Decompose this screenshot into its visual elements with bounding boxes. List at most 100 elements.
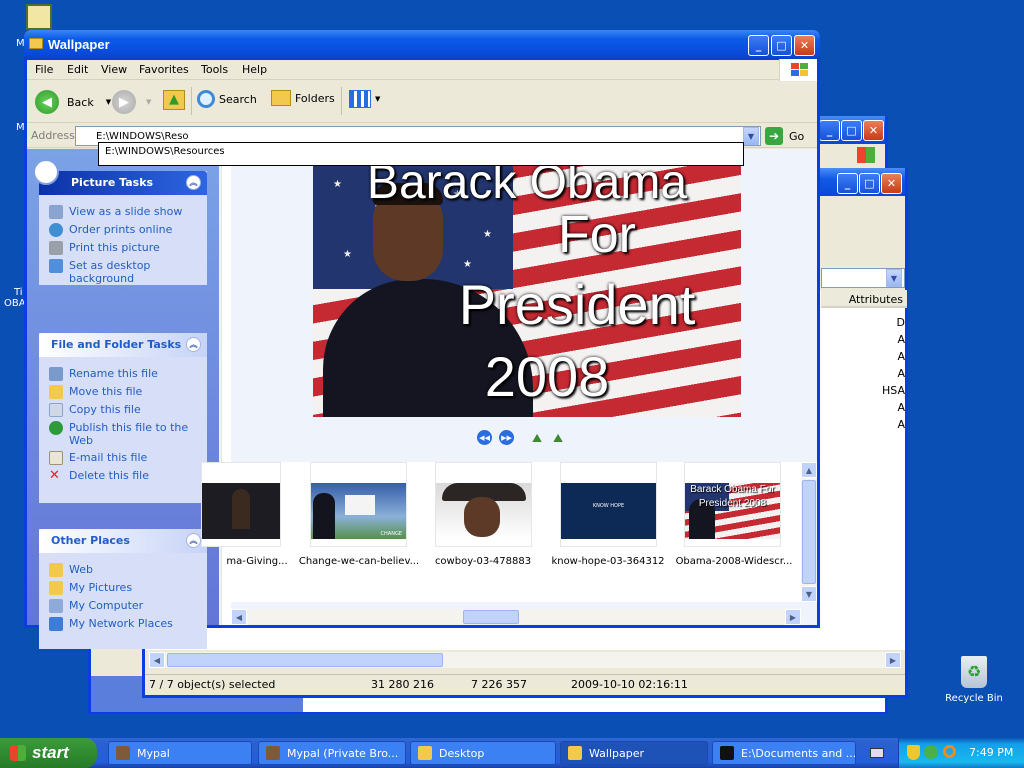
preview-scroll-edge[interactable]: [221, 149, 231, 625]
thumbnail[interactable]: CHANGE: [310, 462, 407, 547]
menu-favorites[interactable]: Favorites: [139, 63, 189, 76]
task-delete[interactable]: ✕ Delete this file: [39, 467, 207, 485]
recycle-bin[interactable]: ♻ Recycle Bin: [942, 656, 1006, 704]
scroll-left-button[interactable]: ◀: [231, 609, 247, 625]
task-rename[interactable]: Rename this file: [39, 365, 207, 383]
folders-button[interactable]: Folders: [271, 90, 335, 106]
scroll-left-button[interactable]: ◀: [149, 652, 165, 668]
task-print[interactable]: Print this picture: [39, 239, 207, 257]
up-folder-button[interactable]: ▲: [163, 90, 185, 110]
preview-image[interactable]: ★★ ★★ ★★ Barack Obama For President 2008: [313, 159, 741, 417]
task-label: Order prints online: [69, 223, 173, 236]
task-order-prints[interactable]: Order prints online: [39, 221, 207, 239]
close-button[interactable]: ✕: [881, 173, 902, 194]
views-button[interactable]: ▼: [349, 90, 380, 108]
chevron-down-icon[interactable]: ▼: [146, 98, 151, 106]
attribute-cell: A: [897, 418, 905, 431]
collapse-icon[interactable]: ︽: [186, 175, 201, 190]
menu-edit[interactable]: Edit: [67, 63, 88, 76]
menu-help[interactable]: Help: [242, 63, 267, 76]
scroll-right-button[interactable]: ▶: [885, 652, 901, 668]
keyboard-icon[interactable]: [870, 748, 884, 758]
menu-bar: File Edit View Favorites Tools Help: [27, 59, 817, 81]
thumbnail-selected[interactable]: Barack Obama For President 2008: [684, 462, 781, 547]
task-slideshow[interactable]: View as a slide show: [39, 203, 207, 221]
taskbar-item-wallpaper[interactable]: Wallpaper: [560, 741, 708, 765]
chevron-down-icon[interactable]: ▼: [886, 269, 902, 287]
menu-view[interactable]: View: [101, 63, 127, 76]
taskbar-item-mypal[interactable]: Mypal: [108, 741, 252, 765]
taskbar-item-mypal-private[interactable]: Mypal (Private Bro...: [258, 741, 406, 765]
task-set-background[interactable]: Set as desktop background: [39, 257, 207, 287]
minimize-button[interactable]: _: [819, 120, 840, 141]
thumbnail[interactable]: KNOW HOPE: [560, 462, 657, 547]
rotate-counterclockwise-button[interactable]: ⛰: [553, 431, 563, 446]
toolbar-separator: [341, 87, 342, 115]
close-button[interactable]: ✕: [863, 120, 884, 141]
file-tasks-header[interactable]: File and Folder Tasks ︽: [39, 333, 207, 357]
clock[interactable]: 7:49 PM: [969, 746, 1013, 759]
column-header[interactable]: Attributes: [821, 290, 907, 308]
desktop-icon-top[interactable]: [26, 4, 52, 30]
details-address-dropdown[interactable]: ▼: [821, 268, 905, 288]
close-button[interactable]: ✕: [794, 35, 815, 56]
scroll-right-button[interactable]: ▶: [785, 609, 801, 625]
thumbnail-label[interactable]: ma-Giving...: [219, 556, 295, 567]
scroll-thumb[interactable]: [802, 480, 816, 584]
menu-tools[interactable]: Tools: [201, 63, 228, 76]
chevron-down-icon[interactable]: ▼: [743, 127, 759, 145]
start-button[interactable]: start: [0, 738, 97, 768]
search-icon[interactable]: [943, 745, 956, 758]
thumbnail-label[interactable]: Obama-2008-Widescr...: [669, 556, 799, 567]
details-hscroll[interactable]: ◀ ▶: [149, 652, 901, 668]
thumbnail[interactable]: [435, 462, 532, 547]
network-icon[interactable]: [924, 745, 938, 759]
scroll-up-button[interactable]: ▲: [801, 462, 817, 478]
scroll-thumb[interactable]: [167, 653, 443, 667]
back-button[interactable]: ◀ Back ▼: [35, 90, 111, 114]
other-places-header[interactable]: Other Places ︽: [39, 529, 207, 553]
place-web[interactable]: Web: [39, 561, 207, 579]
thumbnail-label[interactable]: cowboy-03-478883: [421, 556, 545, 567]
minimize-button[interactable]: _: [837, 173, 858, 194]
maximize-button[interactable]: □: [771, 35, 792, 56]
place-my-pictures[interactable]: My Pictures: [39, 579, 207, 597]
rotate-clockwise-button[interactable]: ⛰: [532, 431, 542, 446]
thumbnail-label[interactable]: Change-we-can-believ...: [297, 556, 421, 567]
collapse-icon[interactable]: ︽: [186, 533, 201, 548]
place-network[interactable]: My Network Places: [39, 615, 207, 633]
filmstrip-vscroll[interactable]: ▲ ▼: [801, 462, 817, 602]
thumbnail[interactable]: [201, 462, 281, 547]
chevron-down-icon[interactable]: ▼: [106, 98, 111, 106]
taskbar-item-documents[interactable]: E:\Documents and ...: [712, 741, 856, 765]
go-button[interactable]: ➔ Go: [765, 127, 804, 145]
previous-image-button[interactable]: ◀◀: [477, 430, 492, 445]
menu-file[interactable]: File: [35, 63, 53, 76]
forward-arrow-icon: ▶: [112, 90, 136, 114]
next-image-button[interactable]: ▶▶: [499, 430, 514, 445]
filmstrip-view: ★★ ★★ ★★ Barack Obama For President 2008…: [201, 149, 817, 625]
address-autocomplete-item[interactable]: E:\WINDOWS\Resources: [98, 142, 744, 166]
forward-button[interactable]: ▶ ▼: [112, 90, 151, 114]
minimize-button[interactable]: _: [748, 35, 769, 56]
task-copy[interactable]: Copy this file: [39, 401, 207, 419]
chevron-down-icon[interactable]: ▼: [375, 95, 380, 103]
task-publish[interactable]: Publish this file to the Web: [39, 419, 207, 449]
wallpaper-window[interactable]: Wallpaper _ □ ✕ File Edit View Favorites…: [24, 30, 820, 649]
filmstrip-hscroll[interactable]: ◀ ▶: [231, 609, 801, 625]
thumbnail-label[interactable]: know-hope-03-364312: [546, 556, 670, 567]
maximize-button[interactable]: □: [841, 120, 862, 141]
search-button[interactable]: Search: [197, 90, 257, 108]
taskbar-item-desktop[interactable]: Desktop: [410, 741, 556, 765]
picture-tasks-panel: Picture Tasks ︽ View as a slide show Ord…: [33, 159, 207, 287]
task-move[interactable]: Move this file: [39, 383, 207, 401]
scroll-thumb[interactable]: [463, 610, 519, 624]
maximize-button[interactable]: □: [859, 173, 880, 194]
task-email[interactable]: E-mail this file: [39, 449, 207, 467]
place-my-computer[interactable]: My Computer: [39, 597, 207, 615]
collapse-icon[interactable]: ︽: [186, 337, 201, 352]
scroll-down-button[interactable]: ▼: [801, 586, 817, 602]
title-bar[interactable]: Wallpaper _ □ ✕: [24, 30, 820, 60]
picture-tasks-header[interactable]: Picture Tasks ︽: [33, 159, 207, 195]
security-shield-icon[interactable]: [907, 745, 920, 760]
